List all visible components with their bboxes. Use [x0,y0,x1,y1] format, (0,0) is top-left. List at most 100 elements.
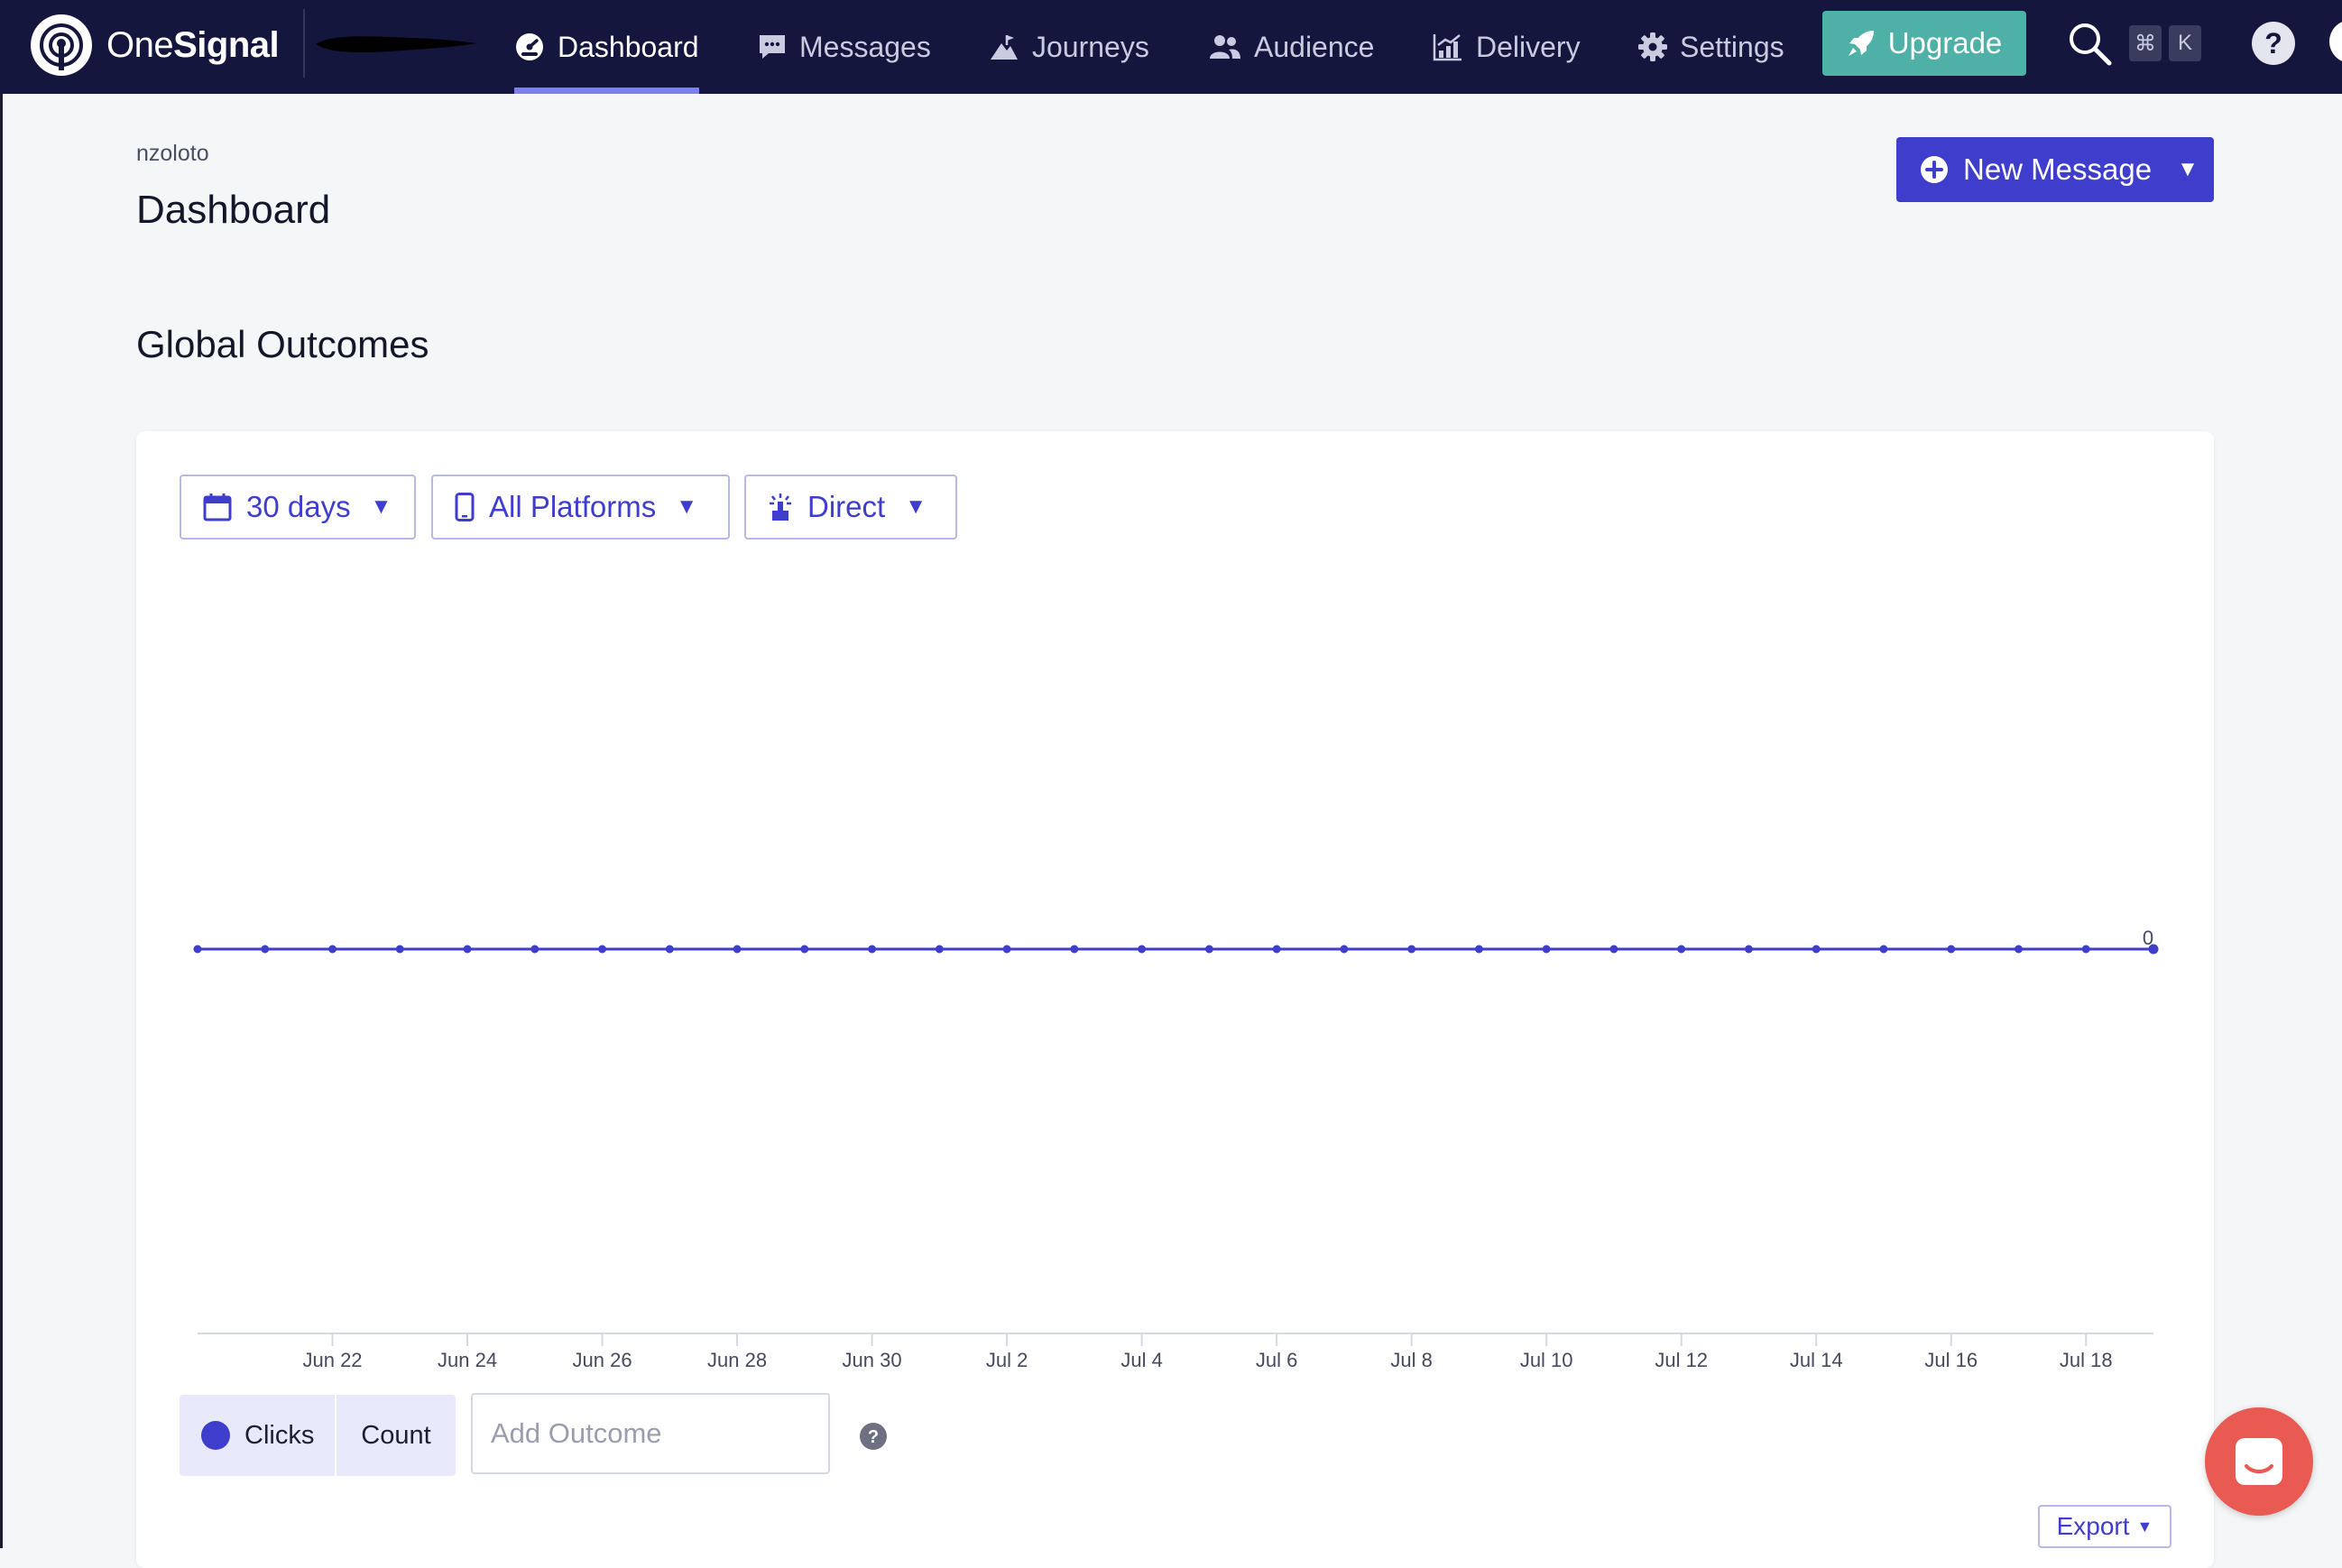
avatar[interactable] [2329,20,2342,63]
onesignal-logo-icon [31,14,92,76]
nav-audience[interactable]: Audience [1209,0,1374,94]
nav-delivery-label: Delivery [1476,30,1581,63]
mountain-flag-icon [991,35,1018,60]
data-point [530,945,539,954]
gear-icon [1638,32,1667,61]
nav-settings-label: Settings [1680,30,1784,63]
upgrade-label: Upgrade [1887,26,2003,60]
shortcut-key-k: K [2169,25,2201,61]
new-message-label: New Message [1963,152,2153,186]
dashboard-gauge-icon [516,33,543,60]
brand-name-bold: Signal [173,24,280,65]
data-point [1947,945,1956,954]
data-point [1542,945,1551,954]
message-bubble-icon [760,35,785,59]
help-icon[interactable]: ? [2250,20,2297,67]
brand-divider [303,9,305,78]
data-point [868,945,877,954]
legend-metric-count[interactable]: Count [337,1395,456,1476]
x-tick-label: Jul 10 [1520,1349,1573,1370]
x-tick-label: Jun 28 [707,1349,767,1370]
data-point [1609,945,1618,954]
x-tick-label: Jun 24 [438,1349,497,1370]
data-point [1272,945,1281,954]
onesignal-logo[interactable]: OneSignal [29,13,280,78]
data-point [1474,945,1483,954]
legend-series-clicks[interactable]: Clicks [180,1395,335,1476]
rocket-icon [1848,31,1874,56]
svg-text:?: ? [868,1427,879,1447]
last-value-label: 0 [2143,927,2153,949]
data-point [2014,945,2023,954]
data-point [1204,945,1213,954]
data-point [261,945,270,954]
data-point [1138,945,1147,954]
plus-circle-icon [1921,156,1948,183]
export-label: Export [2056,1512,2130,1540]
x-tick-label: Jul 18 [2060,1349,2113,1370]
active-tab-indicator [514,88,699,94]
x-tick-label: Jun 22 [302,1349,362,1370]
nav-dashboard-label: Dashboard [558,30,699,63]
nav-messages[interactable]: Messages [758,0,931,94]
nav-journeys[interactable]: Journeys [989,0,1149,94]
legend-series-label: Clicks [244,1420,315,1450]
nav-messages-label: Messages [799,30,931,63]
upgrade-button[interactable]: Upgrade [1822,11,2026,76]
data-point [665,945,674,954]
data-point [733,945,742,954]
export-button[interactable]: Export ▼ [2038,1505,2171,1548]
data-point [1744,945,1753,954]
chat-icon [2236,1438,2282,1485]
data-point [1340,945,1349,954]
outcome-help-icon[interactable]: ? [859,1422,888,1451]
data-point [1812,945,1821,954]
x-tick-label: Jul 16 [1924,1349,1978,1370]
page-title: Dashboard [136,188,331,232]
search-icon[interactable] [2066,20,2113,67]
caret-down-icon: ▼ [2177,157,2199,181]
legend-metric-label: Count [361,1420,431,1450]
nav-dashboard[interactable]: Dashboard [514,0,699,94]
add-outcome-input[interactable] [471,1393,830,1474]
data-point [1879,945,1888,954]
data-point [1677,945,1686,954]
caret-down-icon: ▼ [2136,1517,2153,1536]
data-point [1002,945,1011,954]
data-point [1070,945,1079,954]
data-point [598,945,607,954]
window-edge [0,0,3,1548]
redacted-app-name[interactable] [312,32,478,56]
series-color-dot [201,1421,230,1450]
x-tick-label: Jul 8 [1390,1349,1432,1370]
data-point [800,945,809,954]
x-tick-label: Jul 12 [1655,1349,1708,1370]
nav-audience-label: Audience [1254,30,1375,63]
svg-text:?: ? [2264,27,2282,60]
section-title: Global Outcomes [136,323,429,365]
new-message-button[interactable]: New Message ▼ [1896,137,2214,202]
x-tick-label: Jul 6 [1256,1349,1297,1370]
x-tick-label: Jul 14 [1790,1349,1843,1370]
top-navigation-bar: OneSignal Dashboard Messages Journeys Au… [0,0,2342,94]
nav-delivery[interactable]: Delivery [1433,0,1581,94]
data-point [395,945,404,954]
shortcut-key-cmd: ⌘ [2129,25,2162,61]
outcomes-card: 30 days ▼ All Platforms ▼ Direct ▼ Jun 2… [136,431,2214,1568]
users-icon [1210,35,1240,59]
x-tick-label: Jun 30 [843,1349,902,1370]
data-point [328,945,337,954]
bar-chart-icon [1433,34,1461,61]
x-tick-label: Jul 4 [1120,1349,1162,1370]
org-name: nzoloto [136,141,209,166]
nav-settings[interactable]: Settings [1638,0,1784,94]
data-point [193,945,202,954]
chat-launcher-button[interactable] [2205,1407,2313,1516]
x-tick-label: Jun 26 [573,1349,632,1370]
data-point [1407,945,1416,954]
brand-name-light: One [106,24,174,65]
data-point [2081,945,2090,954]
nav-journeys-label: Journeys [1032,30,1149,63]
x-tick-label: Jul 2 [986,1349,1028,1370]
data-point [935,945,944,954]
